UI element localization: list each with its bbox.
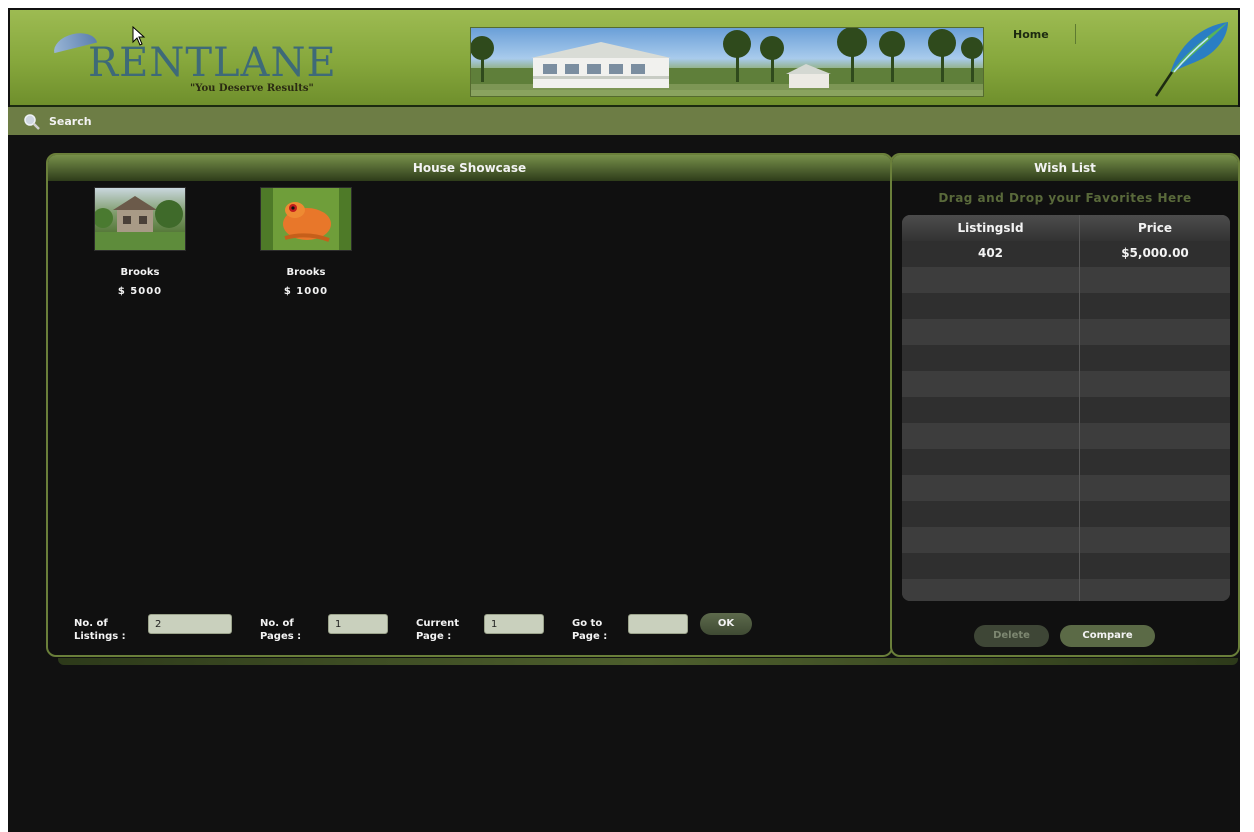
empty-row <box>902 319 1230 345</box>
brand-tagline: "You Deserve Results" <box>190 83 314 94</box>
brand-name: RENTLANE <box>88 40 337 86</box>
delete-button[interactable]: Delete <box>974 625 1049 647</box>
wishlist-hint: Drag and Drop your Favorites Here <box>938 191 1192 205</box>
wishlist-title: Wish List <box>892 155 1238 181</box>
search-link[interactable]: Search <box>49 115 92 128</box>
header-banner-image <box>470 27 984 97</box>
listing-item[interactable]: Brooks $ 1000 <box>251 187 361 297</box>
goto-page-label: Go to Page : <box>572 618 608 642</box>
listing-price: $ 1000 <box>283 286 329 297</box>
empty-row <box>902 475 1230 501</box>
listing-name: Brooks <box>286 267 326 278</box>
wish-list-panel: Wish List Drag and Drop your Favorites H… <box>890 153 1240 657</box>
column-header-price[interactable]: Price <box>1080 221 1230 235</box>
showcase-title: House Showcase <box>48 155 891 181</box>
cell-price: $5,000.00 <box>1121 246 1189 260</box>
pages-count-label: No. of Pages : <box>260 618 302 642</box>
listing-item[interactable]: Brooks $ 5000 <box>85 187 195 297</box>
empty-row <box>902 397 1230 423</box>
column-divider <box>1079 215 1080 601</box>
column-header-listings-id[interactable]: ListingsId <box>902 221 1079 235</box>
empty-row <box>902 501 1230 527</box>
goto-page-field[interactable] <box>628 614 688 634</box>
feather-icon <box>1148 18 1233 100</box>
panel-footer-shadow <box>58 658 1238 665</box>
cell-listing-id: 402 <box>977 246 1004 260</box>
ok-button[interactable]: OK <box>700 613 752 635</box>
site-header: RENTLANE "You Deserve Results" Home <box>10 10 1238 109</box>
wishlist-table-header: ListingsId Price <box>902 215 1230 241</box>
empty-row <box>902 449 1230 475</box>
empty-row <box>902 371 1230 397</box>
house-showcase-panel: House Showcase Brooks $ 5000 Brooks $ 10… <box>46 153 893 657</box>
search-bar: Search <box>8 107 1240 135</box>
listing-photo[interactable] <box>260 187 352 251</box>
pages-count-field[interactable] <box>328 614 388 634</box>
empty-row <box>902 553 1230 579</box>
current-page-field[interactable] <box>484 614 544 634</box>
search-icon[interactable] <box>23 113 41 131</box>
listings-count-field[interactable] <box>148 614 232 634</box>
listing-price: $ 5000 <box>117 286 163 297</box>
app-window: RENTLANE "You Deserve Results" Home Sear… <box>8 8 1240 832</box>
listings-count-label: No. of Listings : <box>74 618 126 642</box>
nav-home-link[interactable]: Home <box>1013 28 1049 41</box>
empty-row <box>902 267 1230 293</box>
empty-row <box>902 527 1230 553</box>
compare-button[interactable]: Compare <box>1060 625 1155 647</box>
listing-name: Brooks <box>120 267 160 278</box>
table-row[interactable]: 402 $5,000.00 <box>902 241 1230 267</box>
nav-divider <box>1075 24 1076 44</box>
empty-row <box>902 423 1230 449</box>
listing-photo[interactable] <box>93 187 186 251</box>
empty-row <box>902 345 1230 371</box>
empty-row <box>902 579 1230 601</box>
empty-row <box>902 293 1230 319</box>
wishlist-table[interactable]: ListingsId Price 402 $5,000.00 <box>902 215 1230 601</box>
current-page-label: Current Page : <box>416 618 460 642</box>
mouse-cursor-icon <box>132 25 146 46</box>
